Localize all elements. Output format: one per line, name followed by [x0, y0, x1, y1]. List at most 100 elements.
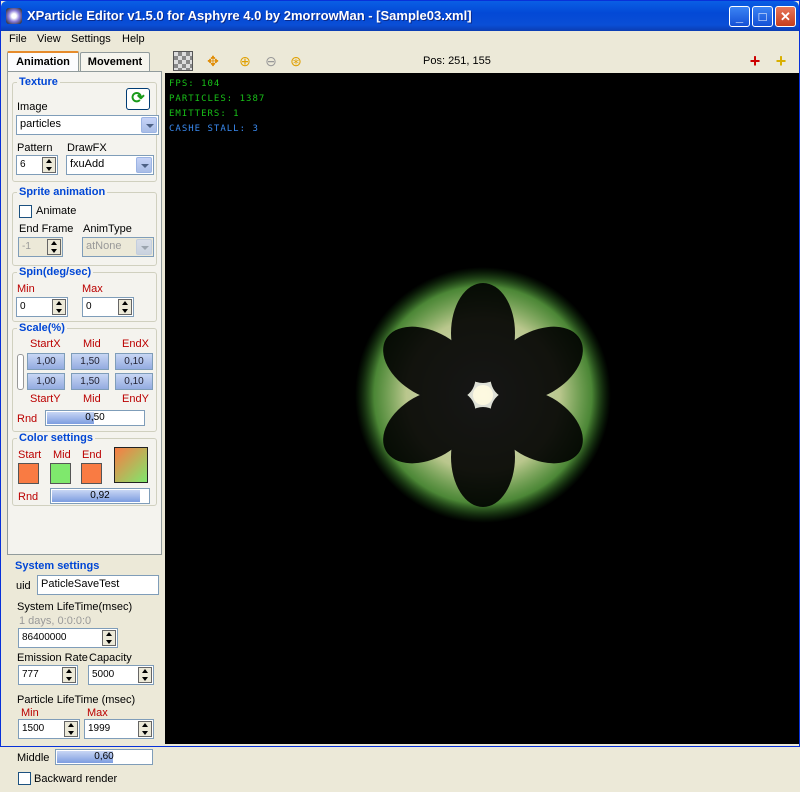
- image-select[interactable]: particles: [16, 115, 159, 135]
- color-settings-group: Color settings Start Mid End Rnd 0,92: [12, 432, 157, 506]
- window-title: XParticle Editor v1.5.0 for Asphyre 4.0 …: [27, 8, 472, 23]
- stepper-arrows-icon[interactable]: [62, 667, 76, 683]
- color-end-swatch[interactable]: [81, 463, 102, 484]
- app-icon: [6, 8, 22, 24]
- animtype-label: AnimType: [83, 223, 132, 235]
- spin-min-value: 0: [20, 301, 26, 312]
- menu-view[interactable]: View: [37, 33, 61, 45]
- spin-min-label: Min: [17, 283, 35, 295]
- stepper-arrows-icon[interactable]: [138, 667, 152, 683]
- stepper-arrows-icon[interactable]: [47, 239, 61, 255]
- stepper-arrows-icon[interactable]: [42, 157, 56, 173]
- particle-lifetime-max-stepper[interactable]: 1999: [84, 719, 154, 739]
- stepper-arrows-icon[interactable]: [64, 721, 78, 737]
- maximize-button[interactable]: □: [752, 6, 773, 27]
- zoom-out-icon[interactable]: ⊖: [261, 51, 281, 71]
- uid-input[interactable]: PaticleSaveTest: [37, 575, 159, 595]
- menu-file[interactable]: File: [9, 33, 27, 45]
- scale-group: Scale(%) StartX Mid EndX 1,00 1,50 0,10 …: [12, 322, 157, 432]
- spin-max-stepper[interactable]: 0: [82, 297, 134, 317]
- backward-render-checkbox[interactable]: [18, 772, 31, 785]
- pattern-stepper[interactable]: 6: [16, 155, 58, 175]
- uid-value: PaticleSaveTest: [41, 578, 120, 590]
- scale-mid-label: Mid: [83, 338, 101, 350]
- scale-endx-value[interactable]: 0,10: [115, 353, 153, 370]
- capacity-value: 5000: [92, 669, 115, 680]
- zoom-in-icon[interactable]: ⊕: [235, 51, 255, 71]
- middle-slider[interactable]: 0,60: [55, 749, 153, 765]
- end-frame-value: -1: [22, 241, 31, 252]
- scale-rnd-slider[interactable]: 0,50: [45, 410, 145, 426]
- menu-help[interactable]: Help: [122, 33, 145, 45]
- particle-lifetime-max-label: Max: [87, 707, 108, 719]
- scale-title: Scale(%): [17, 322, 67, 334]
- chevron-down-icon: [141, 117, 157, 133]
- backward-render-label: Backward render: [34, 773, 118, 785]
- drawfx-label: DrawFX: [67, 142, 107, 154]
- scale-midx-value[interactable]: 1,50: [71, 353, 109, 370]
- system-settings-panel: System settings uid PaticleSaveTest Syst…: [7, 555, 165, 792]
- capacity-stepper[interactable]: 5000: [88, 665, 154, 685]
- scale-startx-label: StartX: [30, 338, 61, 350]
- scale-startx-value[interactable]: 1,00: [27, 353, 65, 370]
- animtype-select[interactable]: atNone: [82, 237, 154, 257]
- scale-midy-value[interactable]: 1,50: [71, 373, 109, 390]
- end-frame-stepper[interactable]: -1: [18, 237, 63, 257]
- spin-group: Spin(deg/sec) Min Max 0 0: [12, 266, 157, 322]
- app-window: XParticle Editor v1.5.0 for Asphyre 4.0 …: [0, 0, 800, 785]
- left-panel: Animation Movement Texture Image ⟳ parti…: [4, 49, 162, 785]
- chevron-down-icon: [136, 157, 152, 173]
- animate-checkbox[interactable]: [19, 205, 32, 218]
- particle-lifetime-min-value: 1500: [22, 723, 45, 734]
- color-mid-swatch[interactable]: [50, 463, 71, 484]
- color-start-label: Start: [18, 449, 42, 461]
- move-icon[interactable]: ✥: [203, 51, 223, 71]
- color-gradient-preview[interactable]: [114, 447, 148, 483]
- drawfx-select[interactable]: fxuAdd: [66, 155, 154, 175]
- stepper-arrows-icon[interactable]: [102, 630, 116, 646]
- color-mid-label: Mid: [53, 449, 71, 461]
- emission-rate-stepper[interactable]: 777: [18, 665, 78, 685]
- tab-movement[interactable]: Movement: [80, 52, 150, 71]
- scale-endy-label: EndY: [122, 393, 149, 405]
- middle-label: Middle: [17, 752, 50, 764]
- menu-settings[interactable]: Settings: [71, 33, 111, 45]
- sprite-animation-group: Sprite animation Animate End Frame AnimT…: [12, 186, 157, 266]
- yellow-cross-icon[interactable]: +: [771, 51, 791, 71]
- stepper-arrows-icon[interactable]: [138, 721, 152, 737]
- checker-background-icon[interactable]: [173, 51, 193, 71]
- minimize-button[interactable]: _: [729, 6, 750, 27]
- scale-mid-label-2: Mid: [83, 393, 101, 405]
- red-cross-icon[interactable]: +: [745, 51, 765, 71]
- color-title: Color settings: [17, 432, 95, 444]
- spin-min-stepper[interactable]: 0: [16, 297, 68, 317]
- particle-lifetime-min-label: Min: [21, 707, 39, 719]
- render-canvas[interactable]: FPS: 104 PARTICLES: 1387 EMITTERS: 1 CAS…: [165, 73, 799, 744]
- system-lifetime-stepper[interactable]: 86400000: [18, 628, 118, 648]
- sprite-title: Sprite animation: [17, 186, 108, 198]
- stepper-arrows-icon[interactable]: [52, 299, 66, 315]
- spin-max-label: Max: [82, 283, 103, 295]
- color-rnd-label: Rnd: [18, 491, 39, 503]
- system-lifetime-value: 86400000: [22, 632, 67, 643]
- system-lifetime-readable: 1 days, 0:0:0:0: [19, 615, 92, 627]
- scale-rnd-value: 0,50: [85, 412, 105, 423]
- color-start-swatch[interactable]: [18, 463, 39, 484]
- color-rnd-value: 0,92: [90, 490, 110, 501]
- image-label: Image: [17, 101, 48, 113]
- spin-title: Spin(deg/sec): [17, 266, 94, 278]
- particle-lifetime-min-stepper[interactable]: 1500: [18, 719, 80, 739]
- scale-endy-value[interactable]: 0,10: [115, 373, 153, 390]
- color-rnd-slider[interactable]: 0,92: [50, 488, 150, 504]
- texture-title: Texture: [17, 76, 60, 88]
- scale-starty-value[interactable]: 1,00: [27, 373, 65, 390]
- scale-link-slider[interactable]: [17, 354, 24, 390]
- stepper-arrows-icon[interactable]: [118, 299, 132, 315]
- title-bar[interactable]: XParticle Editor v1.5.0 for Asphyre 4.0 …: [1, 1, 799, 31]
- zoom-all-icon[interactable]: ⊛: [286, 51, 306, 71]
- tab-animation[interactable]: Animation: [7, 51, 79, 72]
- close-button[interactable]: ✕: [775, 6, 796, 27]
- pattern-value: 6: [20, 159, 26, 170]
- texture-group: Texture Image ⟳ particles Pattern DrawFX…: [12, 76, 159, 182]
- refresh-icon[interactable]: ⟳: [126, 88, 150, 110]
